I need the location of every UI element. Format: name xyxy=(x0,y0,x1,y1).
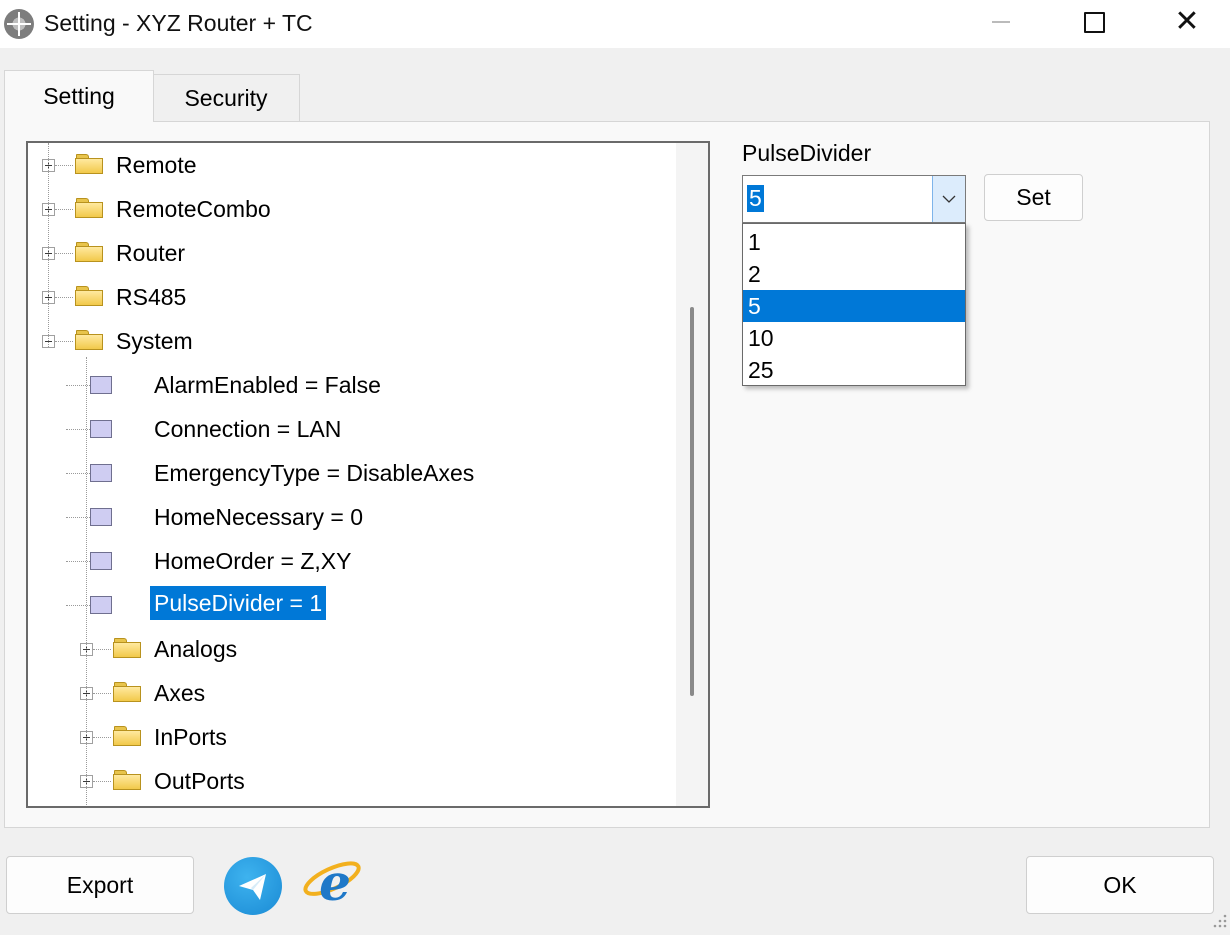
pulse-divider-combobox[interactable]: 5 xyxy=(742,175,966,223)
tree-node-label: AlarmEnabled = False xyxy=(154,372,381,398)
minimize-icon xyxy=(992,21,1010,23)
tree-node[interactable]: HomeNecessary = 0 xyxy=(28,499,678,535)
tree-node[interactable]: Remote xyxy=(28,147,678,183)
export-button[interactable]: Export xyxy=(6,856,194,914)
tree-node-label-selected: PulseDivider = 1 xyxy=(150,586,327,620)
chevron-down-icon xyxy=(942,195,956,203)
tree-connector xyxy=(93,649,111,650)
tree-connector xyxy=(93,693,111,694)
tree-connector xyxy=(93,737,111,738)
property-leaf-icon xyxy=(90,420,112,438)
property-leaf-icon xyxy=(90,552,112,570)
folder-icon xyxy=(75,154,103,174)
tree-node[interactable]: AlarmEnabled = False xyxy=(28,367,678,403)
tree-node[interactable]: Axes xyxy=(28,675,678,711)
tree-node[interactable]: InPorts xyxy=(28,719,678,755)
tree-connector xyxy=(55,165,73,166)
dropdown-option[interactable]: 10 xyxy=(743,322,965,354)
tree-node[interactable]: Router xyxy=(28,235,678,271)
tree-scrollbar-thumb[interactable] xyxy=(690,307,694,696)
tree-node[interactable]: Analogs xyxy=(28,631,678,667)
tree-node-label: RS485 xyxy=(116,284,187,310)
dropdown-option[interactable]: 25 xyxy=(743,354,965,386)
folder-icon xyxy=(113,638,141,658)
property-label: PulseDivider xyxy=(742,140,872,166)
tree-connector xyxy=(48,143,49,347)
tree-node[interactable]: EmergencyType = DisableAxes xyxy=(28,455,678,491)
ok-button[interactable]: OK xyxy=(1026,856,1214,914)
crosshair-app-icon xyxy=(4,9,34,39)
tree-node-label: RemoteCombo xyxy=(116,196,271,222)
tree-node-label: Axes xyxy=(154,680,206,706)
folder-icon xyxy=(113,770,141,790)
tree-node[interactable]: PulseDivider = 1 xyxy=(28,586,678,623)
ie-logo-icon: e xyxy=(303,853,361,912)
tree-connector xyxy=(93,781,111,782)
tree-node-label: Analogs xyxy=(154,636,238,662)
tree-node[interactable]: System xyxy=(28,323,678,359)
tree-node[interactable]: RemoteCombo xyxy=(28,191,678,227)
paper-plane-icon xyxy=(239,874,266,900)
maximize-button[interactable] xyxy=(1059,0,1129,44)
tree-node-label: Remote xyxy=(116,152,197,178)
folder-icon xyxy=(75,242,103,262)
close-button[interactable]: ✕ xyxy=(1152,0,1222,44)
folder-icon xyxy=(113,726,141,746)
tree-connector xyxy=(55,297,73,298)
grip-dots-icon xyxy=(1213,914,1227,928)
minimize-button[interactable] xyxy=(966,0,1036,44)
tree-connector xyxy=(86,357,87,806)
folder-icon xyxy=(75,198,103,218)
settings-tree[interactable]: Remote RemoteCombo Router RS485 System AlarmE… xyxy=(26,141,710,808)
tree-connector xyxy=(55,209,73,210)
tree-node-label: OutPorts xyxy=(154,768,245,794)
tree-node[interactable]: OutPorts xyxy=(28,763,678,799)
tree-connector xyxy=(55,341,73,342)
combo-dropdown-button[interactable] xyxy=(932,176,965,222)
folder-icon xyxy=(113,682,141,702)
maximize-icon xyxy=(1083,11,1105,33)
dropdown-option[interactable]: 2 xyxy=(743,258,965,290)
dropdown-option[interactable]: 5 xyxy=(743,290,965,322)
telegram-icon[interactable] xyxy=(224,857,282,915)
tree-node[interactable]: HomeOrder = Z,XY xyxy=(28,543,678,579)
tree-node-label: Connection = LAN xyxy=(154,416,342,442)
resize-grip-icon[interactable] xyxy=(1212,912,1228,930)
property-leaf-icon xyxy=(90,508,112,526)
window-title: Setting - XYZ Router + TC xyxy=(44,10,313,36)
dropdown-option[interactable]: 1 xyxy=(743,226,965,258)
combo-selected-value: 5 xyxy=(747,185,764,212)
property-leaf-icon xyxy=(90,596,112,614)
tree-node-label: EmergencyType = DisableAxes xyxy=(154,460,475,486)
folder-icon xyxy=(75,286,103,306)
svg-text:e: e xyxy=(319,853,351,912)
close-icon: ✕ xyxy=(1174,4,1200,39)
folder-icon xyxy=(75,330,103,350)
property-leaf-icon xyxy=(90,376,112,394)
tree-node-label: InPorts xyxy=(154,724,227,750)
set-button[interactable]: Set xyxy=(984,174,1083,221)
tree-node[interactable]: Connection = LAN xyxy=(28,411,678,447)
tree-connector xyxy=(55,253,73,254)
tree-node[interactable]: RS485 xyxy=(28,279,678,315)
tree-node-label: HomeNecessary = 0 xyxy=(154,504,363,530)
property-leaf-icon xyxy=(90,464,112,482)
title-bar: Setting - XYZ Router + TC ✕ xyxy=(0,0,1230,48)
tree-node-label: Router xyxy=(116,240,186,266)
tree-node-label: HomeOrder = Z,XY xyxy=(154,548,352,574)
tab-setting[interactable]: Setting xyxy=(4,70,154,122)
internet-explorer-icon[interactable]: e xyxy=(302,852,366,916)
tab-security[interactable]: Security xyxy=(152,74,300,122)
tree-node-label: System xyxy=(116,328,193,354)
combo-dropdown-list: 1 2 5 10 25 xyxy=(742,223,966,386)
